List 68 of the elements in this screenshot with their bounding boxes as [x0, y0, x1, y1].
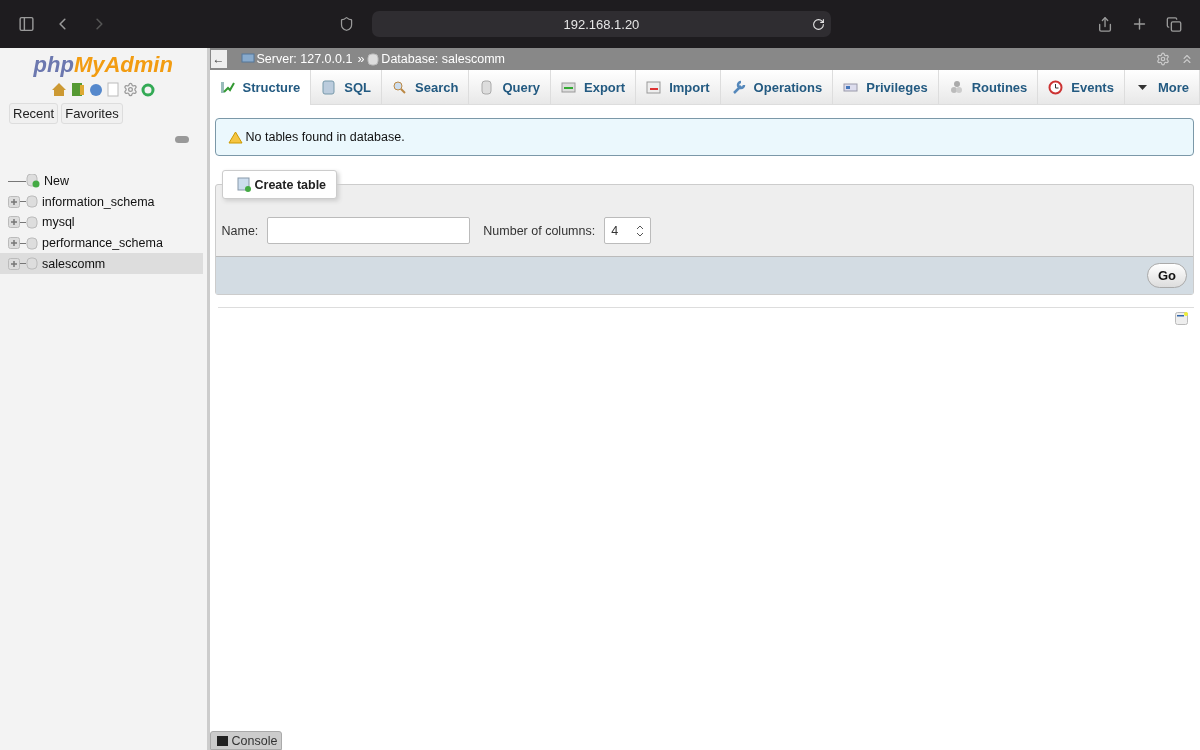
new-database-icon [26, 174, 40, 189]
notice-text: No tables found in database. [245, 130, 405, 144]
tree-row[interactable]: mysql [0, 212, 203, 233]
sidebar-tab[interactable]: Favorites [61, 103, 123, 124]
breadcrumb-link[interactable]: Database: salescomm [381, 52, 506, 66]
tab[interactable]: Operations [720, 70, 834, 105]
tree-row[interactable]: performance_schema [0, 232, 203, 254]
reload-icon[interactable] [811, 17, 825, 31]
collapse-icon[interactable] [1180, 52, 1194, 66]
tab[interactable]: Events [1038, 70, 1125, 105]
export-icon [561, 79, 576, 95]
database-icon [26, 257, 38, 271]
breadcrumb-link[interactable]: Server: 127.0.0.1 [256, 52, 353, 66]
document-icon [321, 79, 337, 95]
console-tab[interactable]: Console [209, 731, 283, 750]
expand-icon[interactable] [8, 216, 20, 229]
tab[interactable]: Query [469, 70, 551, 105]
tree-label[interactable]: New [44, 174, 69, 189]
address-bar[interactable]: 192.168.1.20 [371, 11, 831, 37]
server-icon [240, 53, 255, 65]
legend-text: Create table [254, 177, 327, 192]
sidebar-tab[interactable]: Recent [9, 103, 59, 124]
tab[interactable]: Routines [938, 70, 1039, 105]
tree-row[interactable]: information_schema [0, 191, 203, 213]
expand-icon[interactable] [8, 195, 20, 208]
settings-icon[interactable] [1156, 52, 1170, 66]
home-icon[interactable] [51, 82, 68, 97]
tabs-icon[interactable] [1165, 15, 1182, 33]
database-icon [26, 236, 38, 250]
database-icon [26, 216, 38, 229]
database-icon [479, 79, 495, 95]
tab[interactable]: SQL [311, 70, 383, 105]
name-field[interactable] [267, 217, 471, 244]
tab[interactable]: Import [636, 70, 721, 105]
structure-icon [219, 80, 235, 95]
new-table-icon [236, 177, 252, 192]
expand-icon[interactable] [8, 237, 20, 250]
number-field[interactable]: 4 [604, 217, 652, 244]
shield-icon[interactable] [338, 16, 354, 32]
tab[interactable]: More [1124, 70, 1200, 105]
tree-label[interactable]: performance_schema [42, 236, 163, 251]
share-icon[interactable] [1096, 15, 1113, 33]
tab[interactable]: Search [382, 70, 470, 105]
sidebar-icon[interactable] [18, 15, 35, 33]
field-label: Name: [221, 223, 259, 238]
warning-icon [227, 130, 243, 144]
spinner-icon[interactable] [636, 223, 645, 238]
tree-label[interactable]: information_schema [42, 194, 155, 209]
tab[interactable]: Privileges [833, 70, 939, 105]
import-icon [646, 79, 662, 95]
expand-icon[interactable] [8, 257, 20, 270]
logo: phpMyAdmin [32, 52, 174, 78]
tree-row[interactable]: New [0, 171, 203, 192]
terminal-icon [216, 736, 228, 746]
go-button[interactable]: Go [1146, 263, 1187, 288]
database-icon [26, 195, 38, 209]
clock-icon [1048, 79, 1064, 95]
field-label: Number of columns: [483, 223, 596, 238]
note-icon[interactable] [1175, 312, 1188, 325]
tree-label[interactable]: mysql [42, 215, 75, 230]
tree-label[interactable]: salescomm [42, 256, 106, 271]
tree-row[interactable]: salescomm [0, 253, 203, 274]
settings-icon[interactable] [123, 82, 139, 97]
collapse-icon[interactable]: ← [210, 50, 227, 68]
tab[interactable]: Export [551, 70, 637, 105]
breadcrumb-separator: » [357, 52, 365, 66]
database-icon [367, 52, 380, 66]
search-icon [392, 79, 408, 95]
